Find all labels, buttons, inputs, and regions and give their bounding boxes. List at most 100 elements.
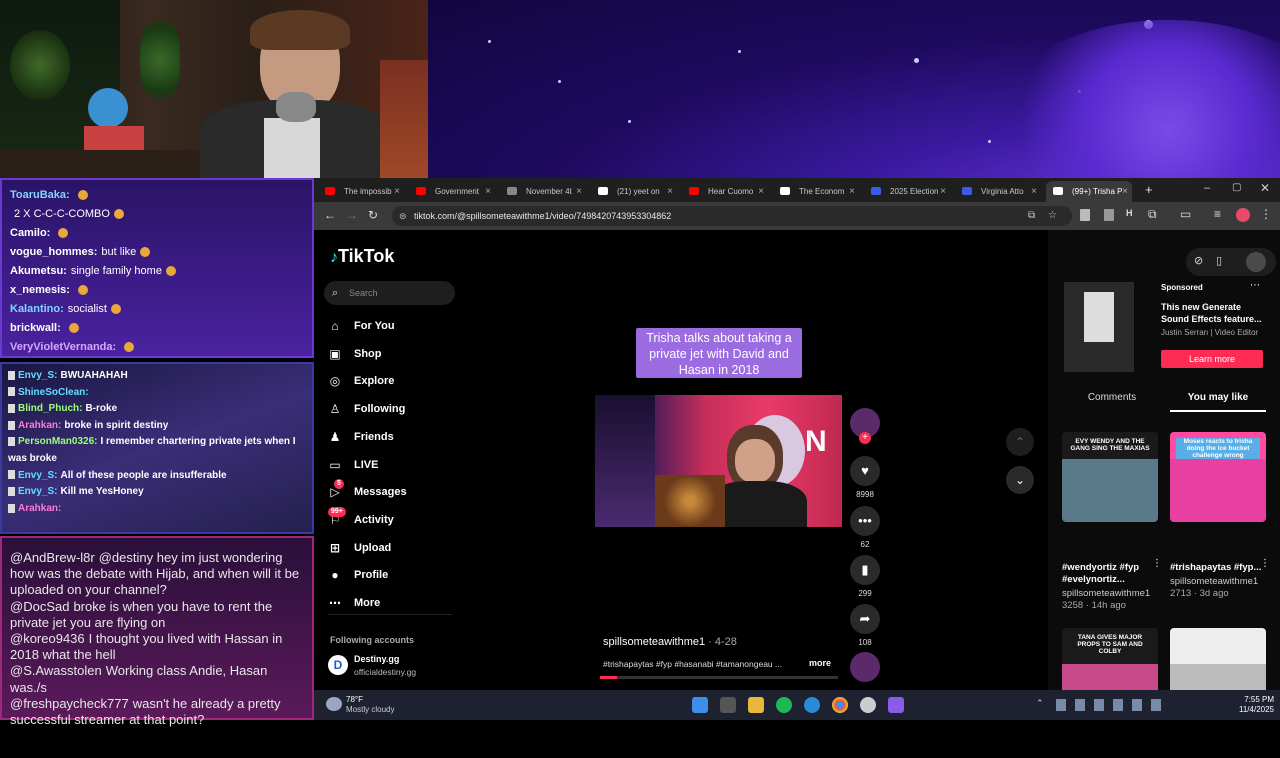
more-link[interactable]: more <box>809 658 831 668</box>
sidebar-item[interactable]: ⋯ More <box>328 593 380 613</box>
clock-time[interactable]: 7:55 PM <box>1214 695 1274 704</box>
comment-button[interactable]: ••• 62 <box>850 506 880 549</box>
chat-username[interactable]: brickwall: <box>10 322 61 334</box>
close-tab-icon[interactable]: × <box>849 181 855 202</box>
sidebar-item[interactable]: ▭ LIVE <box>328 455 378 475</box>
file-explorer-icon[interactable] <box>748 697 764 713</box>
install-icon[interactable]: ⧉ <box>1028 206 1035 226</box>
card-author[interactable]: spillsometeawithme1 <box>1170 576 1266 587</box>
video-player[interactable]: N <box>595 395 842 527</box>
close-tab-icon[interactable]: × <box>1031 181 1037 202</box>
ad-menu-icon[interactable]: ⋯ <box>1250 280 1260 291</box>
maximize-button[interactable]: ▢ <box>1232 182 1241 193</box>
chat-username[interactable]: Arahkan: <box>18 420 61 431</box>
edge-icon[interactable] <box>804 697 820 713</box>
user-avatar[interactable] <box>1246 252 1266 272</box>
close-tab-icon[interactable]: × <box>485 181 491 202</box>
task-view-icon[interactable] <box>720 697 736 713</box>
close-tab-icon[interactable]: × <box>394 181 400 202</box>
ad-title[interactable]: This new Generate Sound Effects feature.… <box>1161 301 1269 325</box>
phone-icon[interactable]: ▯ <box>1216 254 1222 267</box>
chat-username[interactable]: ToaruBaka: <box>10 189 70 201</box>
cast-icon[interactable]: ▭ <box>1180 207 1191 221</box>
destiny-avatar[interactable]: D <box>328 655 348 675</box>
chat-username[interactable]: Envy_S: <box>18 470 57 481</box>
browser-tab[interactable]: (21) yeet on × <box>591 181 677 202</box>
tray-chevron-icon[interactable]: ⌃ <box>1036 698 1044 709</box>
tray-icons[interactable] <box>1056 699 1166 711</box>
recommended-video-card[interactable]: Moses reacts to trisha doing the ice buc… <box>1170 432 1270 599</box>
video-thumbnail[interactable]: Moses reacts to trisha doing the ice buc… <box>1170 432 1266 522</box>
browser-tab[interactable]: The Econom × <box>773 181 859 202</box>
sidebar-item[interactable]: ● Profile <box>328 565 388 585</box>
close-tab-icon[interactable]: × <box>667 181 673 202</box>
yt-chat-username[interactable]: @koreo9436 <box>10 631 85 646</box>
sidebar-item[interactable]: ⌂ For You <box>328 316 394 336</box>
close-tab-icon[interactable]: × <box>940 181 946 202</box>
yt-chat-username[interactable]: @S.Awasstolen <box>10 663 102 678</box>
sidebar-item[interactable]: ▣ Shop <box>328 344 381 364</box>
chat-username[interactable]: vogue_hommes: <box>10 246 97 258</box>
close-tab-icon[interactable]: × <box>758 181 764 202</box>
chat-username[interactable]: ShineSoClean: <box>18 387 89 398</box>
tab-you-may-like[interactable]: You may like <box>1170 392 1266 403</box>
chat-username[interactable]: Envy_S: <box>18 370 57 381</box>
video-thumbnail[interactable]: EVY WENDY AND THE GANG SING THE MAXIAS <box>1062 432 1158 522</box>
reload-icon[interactable]: ↻ <box>368 208 378 222</box>
save-button[interactable]: ▮ 299 <box>850 555 880 598</box>
music-disc[interactable] <box>850 652 880 682</box>
extension-trash-icon[interactable] <box>1104 209 1114 221</box>
chat-username[interactable]: Kalantino: <box>10 303 64 315</box>
chat-username[interactable]: Blind_Phuch: <box>18 403 82 414</box>
sidebar-item[interactable]: ♟ Friends <box>328 427 394 447</box>
learn-more-button[interactable]: Learn more <box>1161 350 1263 368</box>
browser-tab[interactable]: The impossib × <box>318 181 404 202</box>
tab-comments[interactable]: Comments <box>1064 392 1160 403</box>
tiktok-logo[interactable]: ♪TikTok <box>330 246 394 267</box>
chevron-up-icon[interactable]: ⌃ <box>1006 428 1034 456</box>
chat-username[interactable]: Camilo: <box>10 227 50 239</box>
compass-icon[interactable]: ⊘ <box>1194 254 1203 267</box>
site-info-icon[interactable]: ⊜ <box>399 206 407 226</box>
like-button[interactable]: ♥ 8998 <box>850 456 880 499</box>
close-tab-icon[interactable]: × <box>576 181 582 202</box>
chat-username[interactable]: VeryVioletVernanda: <box>10 341 116 353</box>
profile-avatar[interactable] <box>1236 208 1250 222</box>
yt-chat-username[interactable]: @freshpaycheck777 <box>10 696 129 711</box>
video-author[interactable]: spillsometeawithme1 <box>603 636 705 648</box>
browser-tab[interactable]: Virginia Atto × <box>955 181 1041 202</box>
browser-tab[interactable]: (99+) Trisha P × <box>1046 181 1132 202</box>
sidebar-item[interactable]: ♙ Following <box>328 399 406 419</box>
obs-icon[interactable] <box>860 697 876 713</box>
close-window-button[interactable]: ✕ <box>1260 181 1270 195</box>
new-tab-button[interactable]: + <box>1145 182 1153 197</box>
chat-username[interactable]: Envy_S: <box>18 486 57 497</box>
extension-doc-icon[interactable] <box>1080 209 1090 221</box>
following-name[interactable]: Destiny.gg <box>354 654 399 664</box>
sidebar-item[interactable]: ◎ Explore <box>328 371 395 391</box>
card-title[interactable]: #wendyortiz #fyp #evelynortiz... <box>1062 562 1158 586</box>
sidebar-item[interactable]: ⚐ 99+ Activity <box>328 506 394 530</box>
share-button[interactable]: ➦ 108 <box>850 604 880 647</box>
bookmark-star-icon[interactable]: ☆ <box>1048 206 1057 226</box>
browser-tab[interactable]: Government × <box>409 181 495 202</box>
yt-chat-username[interactable]: @AndBrew-l8r <box>10 550 95 565</box>
chrome-icon[interactable] <box>832 697 848 713</box>
chat-username[interactable]: Arahkan: <box>18 503 61 514</box>
yt-chat-username[interactable]: @DocSad <box>10 599 69 614</box>
spotify-icon[interactable] <box>776 697 792 713</box>
forward-icon[interactable]: → <box>346 208 358 222</box>
chrome-menu-icon[interactable]: ⋮ <box>1260 207 1272 221</box>
card-menu-icon[interactable]: ⋮ <box>1152 558 1162 569</box>
video-hashtags[interactable]: #trishapaytas #fyp #hasanabi #tamanongea… <box>603 659 813 669</box>
card-menu-icon[interactable]: ⋮ <box>1260 558 1270 569</box>
card-title[interactable]: #trishapaytas #fyp... <box>1170 562 1266 574</box>
url-field[interactable]: ⊜ tiktok.com/@spillsometeawithme1/video/… <box>392 206 1072 226</box>
card-author[interactable]: spillsometeawithme1 <box>1062 588 1158 599</box>
chat-username[interactable]: PersonMan0326: <box>18 436 97 447</box>
weather-temp[interactable]: 78°F <box>346 695 363 704</box>
media-icon[interactable]: ≡ <box>1214 207 1221 221</box>
browser-tab[interactable]: November 4t × <box>500 181 586 202</box>
extension-h-icon[interactable]: H <box>1126 208 1133 218</box>
chevron-down-icon[interactable]: ⌄ <box>1006 466 1034 494</box>
